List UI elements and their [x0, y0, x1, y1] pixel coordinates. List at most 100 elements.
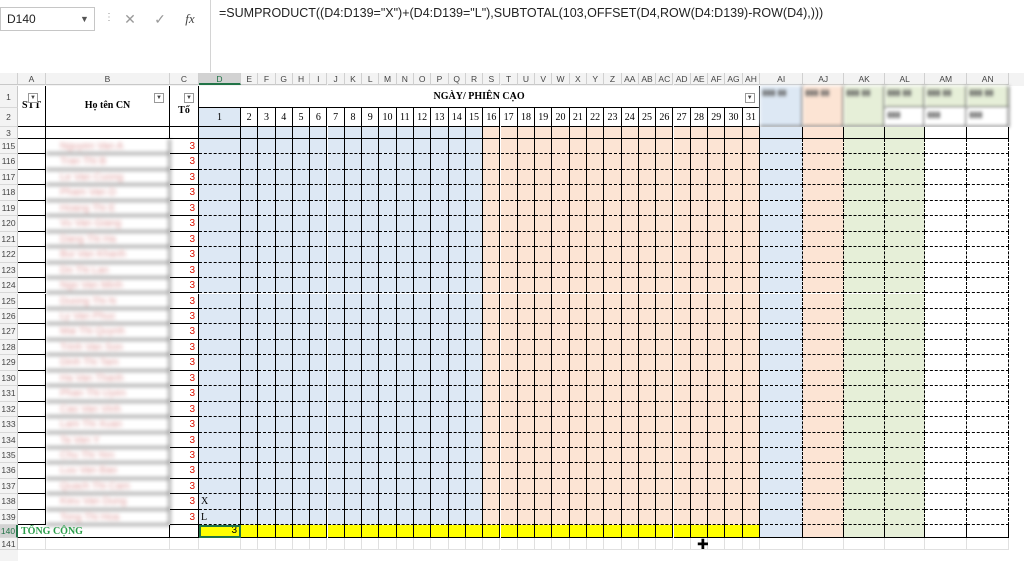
cell-day[interactable] — [275, 247, 293, 263]
cell-day[interactable] — [552, 432, 570, 448]
cell-stt[interactable] — [18, 247, 46, 263]
cell-day[interactable] — [673, 494, 691, 510]
cell-day[interactable] — [396, 262, 414, 279]
column-header-ak[interactable]: AK — [844, 73, 886, 85]
header-day-22[interactable]: 22 — [587, 108, 605, 127]
cell-total-right[interactable] — [885, 525, 926, 539]
cell-day[interactable] — [431, 216, 449, 232]
cell-day[interactable] — [621, 339, 639, 356]
cell-day[interactable] — [379, 417, 397, 433]
cell-right[interactable] — [844, 339, 886, 356]
cell-day[interactable] — [483, 448, 501, 464]
cell-day[interactable] — [604, 262, 622, 279]
cell-day[interactable] — [414, 154, 432, 170]
cell-right[interactable] — [803, 448, 845, 464]
cell-r3[interactable] — [362, 127, 380, 139]
cell-day[interactable] — [673, 169, 691, 186]
cell-day[interactable] — [396, 509, 414, 526]
cell-stt[interactable] — [18, 401, 46, 418]
cell-day[interactable] — [552, 216, 570, 232]
cell-day[interactable] — [344, 448, 363, 464]
cell-r141[interactable] — [241, 538, 259, 551]
cell-right[interactable] — [925, 216, 968, 232]
cell-day[interactable] — [690, 139, 709, 155]
cell-day[interactable] — [725, 401, 743, 418]
cell-day[interactable] — [344, 386, 363, 402]
cell-day[interactable] — [483, 401, 501, 418]
cell-total-c[interactable] — [170, 525, 199, 539]
cell-day[interactable] — [535, 247, 553, 263]
cell-day[interactable] — [690, 169, 709, 186]
cell-day[interactable] — [241, 370, 259, 387]
cell-right[interactable] — [885, 169, 926, 186]
cell-day[interactable] — [517, 386, 536, 402]
cell-stt[interactable] — [18, 278, 46, 294]
cell-right[interactable] — [967, 339, 1010, 356]
cell-day[interactable] — [638, 185, 657, 201]
cell-day[interactable] — [379, 386, 397, 402]
cell-r141[interactable] — [844, 538, 886, 551]
cell-day[interactable] — [396, 169, 414, 186]
cell-day[interactable] — [241, 324, 259, 340]
cell-day[interactable] — [414, 169, 432, 186]
row-header-132[interactable]: 132 — [0, 401, 18, 418]
cell-day[interactable] — [431, 154, 449, 170]
cell-day[interactable] — [310, 432, 328, 448]
cell-day[interactable] — [742, 432, 761, 448]
cell-total-right[interactable] — [803, 525, 845, 539]
cell-right[interactable] — [925, 185, 968, 201]
cell-r141[interactable] — [535, 538, 553, 551]
cell-day[interactable] — [362, 293, 380, 309]
cell-day[interactable] — [448, 154, 466, 170]
cell-day[interactable] — [535, 278, 553, 294]
cell-right[interactable] — [760, 509, 804, 526]
cell-day[interactable] — [604, 432, 622, 448]
cell-day[interactable] — [275, 216, 293, 232]
cell-day[interactable] — [690, 308, 709, 325]
cell-day[interactable] — [258, 386, 276, 402]
cell-name[interactable]: Do Thi Lan — [46, 262, 170, 279]
cell-day[interactable] — [535, 324, 553, 340]
cell-stt[interactable] — [18, 216, 46, 232]
cell-day[interactable] — [448, 355, 466, 371]
cell-day[interactable] — [448, 169, 466, 186]
cell-r141[interactable] — [656, 538, 674, 551]
cell-day[interactable] — [638, 293, 657, 309]
cell-r3[interactable] — [673, 127, 691, 139]
cell-day[interactable] — [708, 448, 726, 464]
cell-day[interactable] — [690, 231, 709, 248]
cell-right[interactable] — [885, 339, 926, 356]
cell-day[interactable] — [344, 478, 363, 495]
cell-r3[interactable] — [708, 127, 726, 139]
cell-stt[interactable] — [18, 448, 46, 464]
cell-day[interactable] — [690, 154, 709, 170]
cell-right[interactable] — [803, 139, 845, 155]
cell-right[interactable] — [803, 355, 845, 371]
cell-day[interactable] — [552, 154, 570, 170]
column-header-ac[interactable]: AC — [656, 73, 674, 85]
cell-day[interactable] — [604, 478, 622, 495]
cell-day[interactable] — [604, 247, 622, 263]
cell-r3[interactable] — [327, 127, 345, 139]
cell-day[interactable] — [431, 509, 449, 526]
cell-day[interactable] — [500, 247, 518, 263]
cell-r3[interactable] — [760, 127, 804, 139]
cell-day[interactable] — [396, 231, 414, 248]
cell-right[interactable] — [844, 386, 886, 402]
cell-day[interactable] — [344, 185, 363, 201]
cell-day[interactable] — [552, 509, 570, 526]
cell-day[interactable] — [535, 308, 553, 325]
cell-day[interactable] — [656, 154, 674, 170]
cell-day[interactable] — [396, 278, 414, 294]
cell-day[interactable] — [621, 308, 639, 325]
cell-right[interactable] — [760, 386, 804, 402]
column-header-p[interactable]: P — [431, 73, 449, 85]
column-header-o[interactable]: O — [414, 73, 432, 85]
cell-day[interactable] — [483, 370, 501, 387]
cell-day[interactable] — [638, 432, 657, 448]
cell-day[interactable] — [379, 370, 397, 387]
cell-day[interactable] — [742, 139, 761, 155]
cell-r141[interactable] — [310, 538, 328, 551]
cell-day[interactable] — [587, 139, 605, 155]
cell-day[interactable] — [708, 509, 726, 526]
